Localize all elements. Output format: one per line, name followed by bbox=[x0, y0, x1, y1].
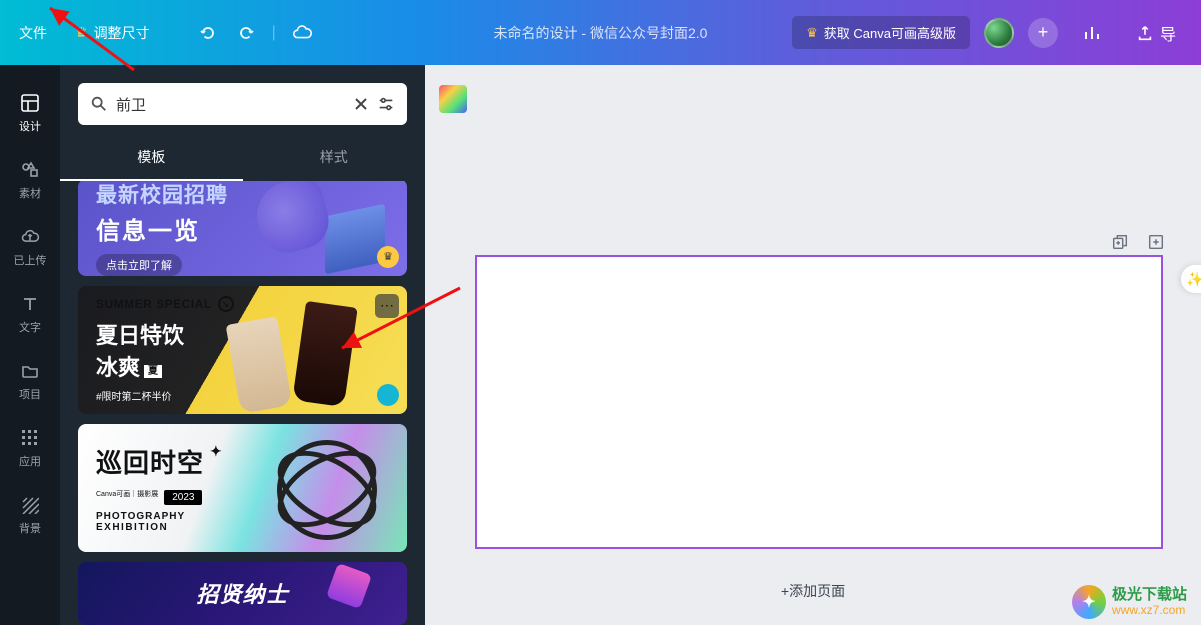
layout-icon bbox=[20, 93, 40, 113]
template-card[interactable]: SUMMER SPECIAL↘ 夏日特饮 冰爽夏 #限时第二杯半价 ⋯ bbox=[78, 286, 407, 414]
top-actions: | bbox=[196, 21, 314, 45]
template-card[interactable]: 最新校园招聘 信息一览 点击立即了解 ♛ bbox=[78, 181, 407, 276]
add-page-icon[interactable] bbox=[1147, 233, 1165, 251]
left-nav: 设计 素材 已上传 文字 项目 应用 背景 bbox=[0, 65, 60, 625]
watermark-title: 极光下载站 bbox=[1112, 587, 1187, 604]
text-icon bbox=[20, 294, 40, 314]
share-add-button[interactable]: + bbox=[1028, 18, 1058, 48]
analytics-button[interactable] bbox=[1072, 17, 1112, 49]
more-icon[interactable]: ⋯ bbox=[375, 294, 399, 318]
clear-icon[interactable] bbox=[353, 96, 369, 112]
redo-icon[interactable] bbox=[234, 21, 258, 45]
search-row bbox=[60, 65, 425, 125]
canvas-area: +添加页面 ✨ bbox=[425, 65, 1201, 625]
search-icon bbox=[90, 95, 108, 113]
upload-icon bbox=[1136, 24, 1154, 42]
tab-templates[interactable]: 模板 bbox=[60, 135, 243, 181]
nav-design[interactable]: 设计 bbox=[2, 83, 58, 144]
filter-icon[interactable] bbox=[377, 95, 395, 113]
shapes-icon bbox=[20, 160, 40, 180]
assistant-button[interactable]: ✨ bbox=[1181, 265, 1201, 293]
page-controls bbox=[1111, 233, 1165, 251]
crown-icon: ♛ bbox=[806, 25, 818, 41]
side-panel: 模板 样式 最新校园招聘 信息一览 点击立即了解 ♛ SUMMER SPECIA… bbox=[60, 65, 425, 625]
template-graphic bbox=[237, 181, 397, 276]
nav-label: 应用 bbox=[19, 453, 41, 469]
nav-background[interactable]: 背景 bbox=[2, 485, 58, 546]
nav-apps[interactable]: 应用 bbox=[2, 418, 58, 479]
nav-elements[interactable]: 素材 bbox=[2, 150, 58, 211]
nav-label: 已上传 bbox=[14, 252, 47, 268]
export-button[interactable]: 导 bbox=[1126, 15, 1186, 51]
export-label: 导 bbox=[1160, 21, 1176, 45]
template-graphic bbox=[223, 290, 363, 410]
avatar[interactable] bbox=[984, 18, 1014, 48]
template-card[interactable]: 招贤纳士 bbox=[78, 562, 407, 625]
topbar-left: 文件 ♛ 调整尺寸 | bbox=[15, 17, 314, 49]
nav-label: 项目 bbox=[19, 386, 41, 402]
watermark-url: www.xz7.com bbox=[1112, 604, 1187, 617]
search-input[interactable] bbox=[116, 96, 345, 113]
color-picker-button[interactable] bbox=[439, 85, 467, 113]
upgrade-button[interactable]: ♛ 获取 Canva可画高级版 bbox=[792, 16, 970, 49]
nav-label: 文字 bbox=[19, 319, 41, 335]
grid-icon bbox=[20, 428, 40, 448]
nav-text[interactable]: 文字 bbox=[2, 284, 58, 345]
nav-uploads[interactable]: 已上传 bbox=[2, 217, 58, 278]
template-heading: 招贤纳士 bbox=[196, 577, 288, 609]
folder-icon bbox=[20, 361, 40, 381]
template-list: 最新校园招聘 信息一览 点击立即了解 ♛ SUMMER SPECIAL↘ 夏日特… bbox=[60, 181, 425, 625]
nav-label: 背景 bbox=[19, 520, 41, 536]
upgrade-label: 获取 Canva可画高级版 bbox=[824, 23, 956, 42]
template-graphic bbox=[277, 440, 377, 540]
panel-tabs: 模板 样式 bbox=[60, 135, 425, 181]
crown-icon: ♛ bbox=[75, 24, 88, 41]
cloud-sync-icon[interactable] bbox=[290, 21, 314, 45]
canvas-page[interactable] bbox=[475, 255, 1163, 549]
template-card[interactable]: 巡回时空✦ Canva可画｜摄影展2023 PHOTOGRAPHY EXHIBI… bbox=[78, 424, 407, 552]
resize-label: 调整尺寸 bbox=[94, 23, 150, 43]
nav-label: 设计 bbox=[19, 118, 41, 134]
main: 设计 素材 已上传 文字 项目 应用 背景 bbox=[0, 65, 1201, 625]
watermark-logo-icon: ✦ bbox=[1072, 585, 1106, 619]
nav-projects[interactable]: 项目 bbox=[2, 351, 58, 412]
divider: | bbox=[272, 24, 276, 42]
template-cta: 点击立即了解 bbox=[96, 254, 182, 276]
premium-badge-icon: ♛ bbox=[377, 246, 399, 268]
search-box bbox=[78, 83, 407, 125]
topbar-right: ♛ 获取 Canva可画高级版 + 导 bbox=[792, 15, 1186, 51]
document-title[interactable]: 未命名的设计 - 微信公众号封面2.0 bbox=[494, 23, 708, 43]
topbar: 文件 ♛ 调整尺寸 | 未命名的设计 - 微信公众号封面2.0 ♛ 获取 Can… bbox=[0, 0, 1201, 65]
watermark: ✦ 极光下载站 www.xz7.com bbox=[1072, 585, 1187, 619]
duplicate-page-icon[interactable] bbox=[1111, 233, 1129, 251]
cloud-up-icon bbox=[20, 227, 40, 247]
resize-menu[interactable]: ♛ 调整尺寸 bbox=[71, 17, 154, 49]
template-graphic bbox=[326, 563, 372, 609]
hatch-icon bbox=[20, 495, 40, 515]
file-menu[interactable]: 文件 bbox=[15, 17, 51, 49]
tab-styles[interactable]: 样式 bbox=[243, 135, 426, 181]
nav-label: 素材 bbox=[19, 185, 41, 201]
brand-badge-icon bbox=[377, 384, 399, 406]
undo-icon[interactable] bbox=[196, 21, 220, 45]
